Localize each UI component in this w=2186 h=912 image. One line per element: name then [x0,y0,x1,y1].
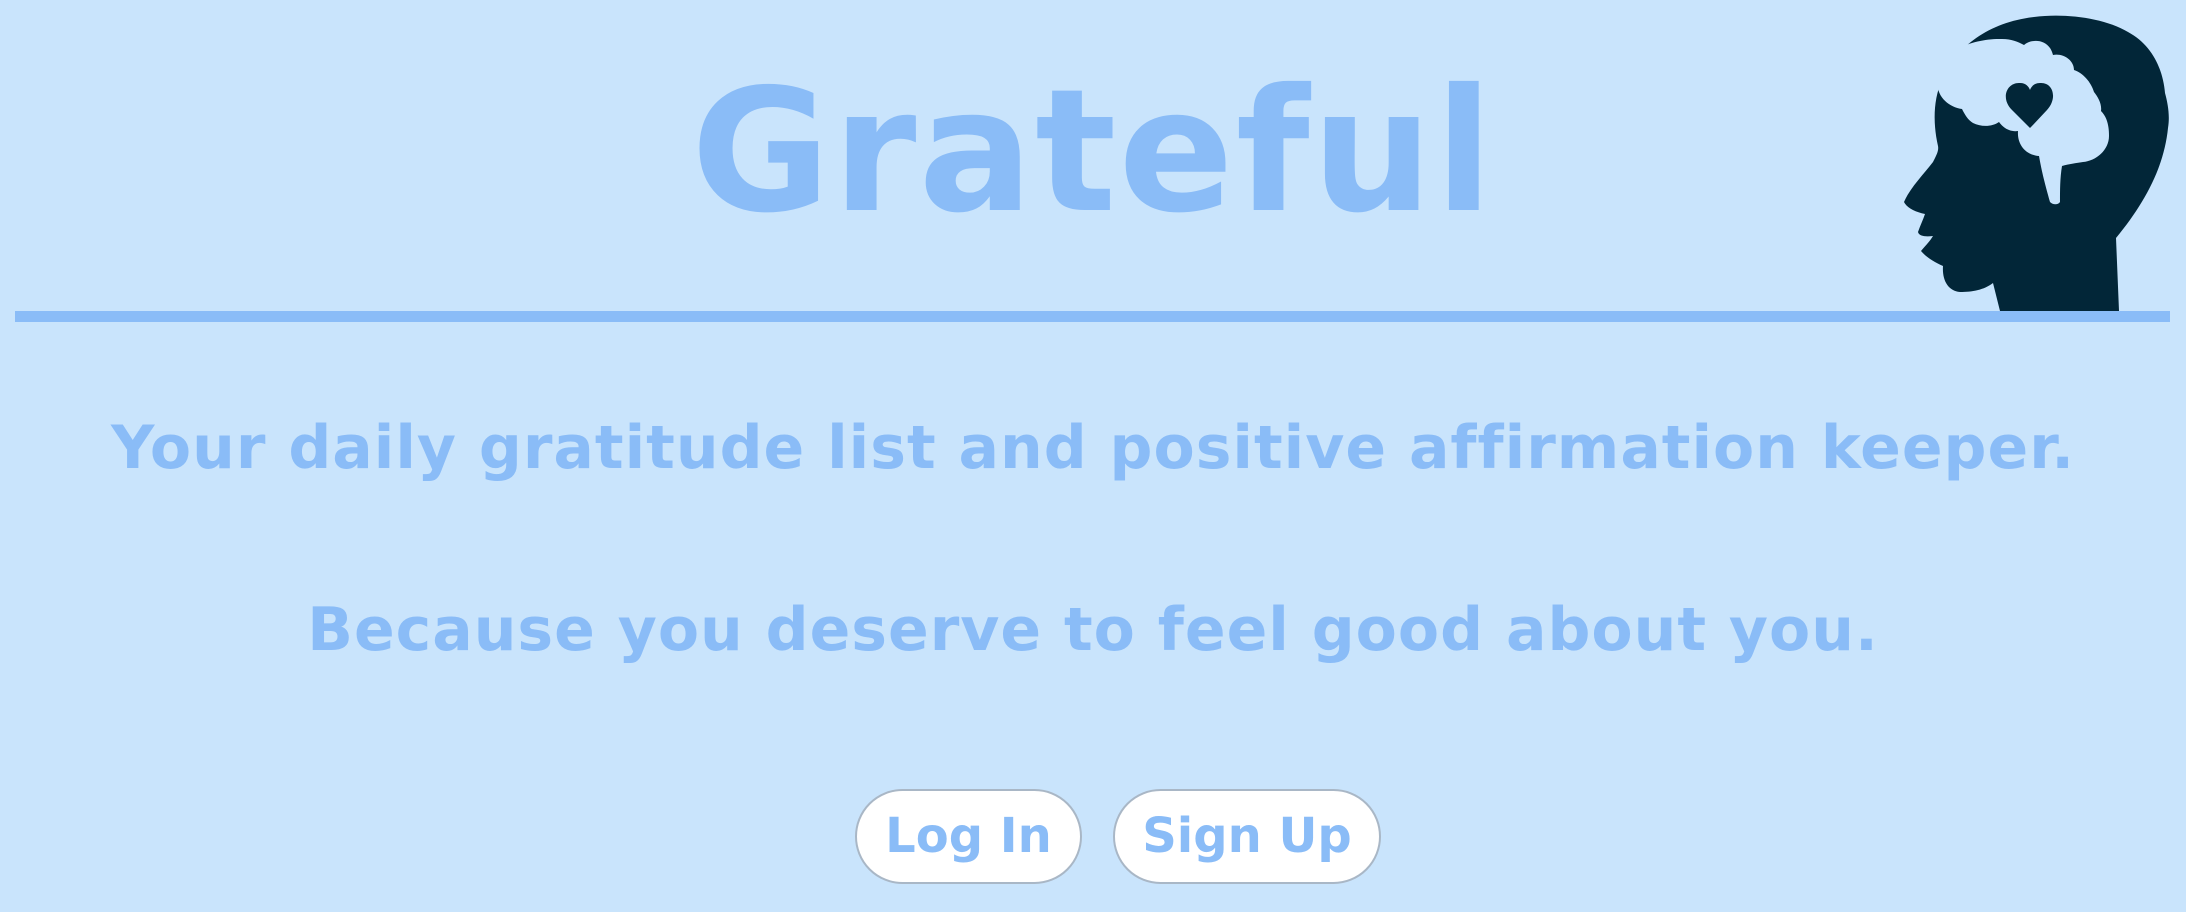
head-brain-heart-icon [1904,15,2169,312]
signup-button[interactable]: Sign Up [1113,789,1381,884]
login-button[interactable]: Log In [855,789,1082,884]
subtagline: Because you deserve to feel good about y… [307,595,1879,665]
app-title: Grateful [691,53,1495,251]
tagline: Your daily gratitude list and positive a… [110,413,2076,483]
header-divider [15,311,2170,322]
page-header: Grateful [0,0,2186,312]
